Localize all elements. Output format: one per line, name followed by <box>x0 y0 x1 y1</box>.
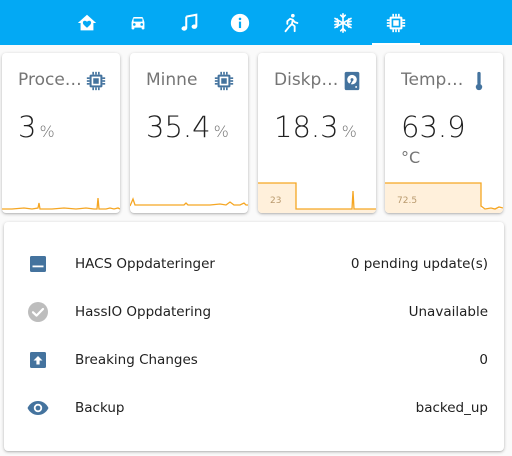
entity-name: HACS Oppdateringer <box>75 256 215 272</box>
harddisk-icon <box>341 70 363 92</box>
entity-row-hacs[interactable]: HACS Oppdateringer 0 pending update(s) <box>4 244 504 284</box>
sensor-unit: % <box>341 122 357 141</box>
graph-label: 72.5 <box>397 196 418 206</box>
thermometer-icon <box>468 70 490 92</box>
snowflake-icon <box>334 12 352 33</box>
package-icon <box>26 252 50 276</box>
home-heart-icon <box>77 14 97 30</box>
chip-icon <box>85 70 107 92</box>
entity-row-backup[interactable]: Backup backed_up <box>4 388 504 428</box>
sensor-card-disk[interactable]: Diskplass 18.3% 23 <box>258 53 376 213</box>
entities-card: HACS Oppdateringer 0 pending update(s) H… <box>4 222 504 451</box>
chip-icon <box>386 13 406 32</box>
entity-state: 0 pending update(s) <box>350 256 488 272</box>
sensor-unit: °C <box>401 148 421 167</box>
graph-label: 23 <box>270 196 282 206</box>
music-note-icon <box>181 13 198 31</box>
run-icon <box>284 13 299 32</box>
entity-name: Breaking Changes <box>75 352 198 368</box>
chip-icon <box>213 70 235 92</box>
view-tabs-toolbar <box>0 0 512 45</box>
sensor-value: 35.4% <box>146 110 229 144</box>
sensor-card-temperature[interactable]: Temp CPU 63.9 °C 72.5 <box>385 53 503 213</box>
sensor-name: Temp CPU <box>401 70 467 90</box>
sparkline-graph <box>130 197 248 207</box>
sensor-name: Minne <box>146 70 198 90</box>
tab-car[interactable] <box>114 0 162 45</box>
sensor-name: Diskplass <box>274 70 340 90</box>
entity-state: backed_up <box>415 400 488 416</box>
entity-row-breaking-changes[interactable]: Breaking Changes 0 <box>4 340 504 380</box>
sensor-unit: % <box>213 122 229 141</box>
tab-climate[interactable] <box>319 0 367 45</box>
sensor-value: 63.9 <box>401 110 466 144</box>
entity-row-hassio[interactable]: HassIO Oppdatering Unavailable <box>4 292 504 332</box>
sensor-card-memory[interactable]: Minne 35.4% <box>130 53 248 213</box>
sensor-value: 18.3% <box>274 110 357 144</box>
tab-activity[interactable] <box>267 0 315 45</box>
sensor-unit: % <box>39 122 55 141</box>
entity-state: Unavailable <box>408 304 488 320</box>
sensor-card-processor[interactable]: Processor 3% <box>2 53 120 213</box>
eye-icon <box>26 396 50 420</box>
tab-system[interactable] <box>372 0 420 45</box>
check-circle-icon <box>26 300 50 324</box>
information-icon <box>230 13 250 32</box>
sensor-value: 3% <box>18 110 55 144</box>
entity-state: 0 <box>479 352 488 368</box>
entity-name: Backup <box>75 400 125 416</box>
tab-info[interactable] <box>216 0 264 45</box>
sparkline-graph <box>2 197 120 210</box>
package-up-icon <box>26 348 50 372</box>
tab-music[interactable] <box>165 0 213 45</box>
entity-name: HassIO Oppdatering <box>75 304 212 320</box>
car-icon <box>131 16 145 29</box>
sensor-name: Processor <box>18 70 84 90</box>
tab-home[interactable] <box>63 0 111 45</box>
